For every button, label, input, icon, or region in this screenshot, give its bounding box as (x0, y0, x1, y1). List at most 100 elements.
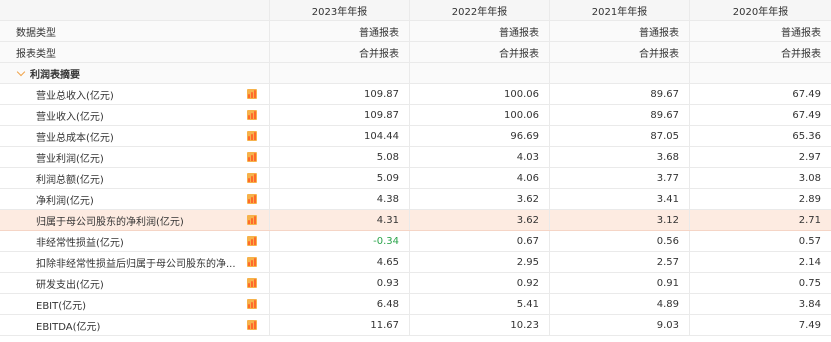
bar-chart-icon-bar (248, 262, 250, 266)
row-label-text: EBITDA(亿元) (36, 321, 101, 333)
bar-chart-icon-bar (254, 321, 256, 329)
value-2021: 87.05 (550, 126, 690, 146)
value-2021: 89.67 (550, 84, 690, 104)
row-label-text: 扣除非经常性损益后归属于母公司股东的净... (36, 258, 236, 270)
row-label-text: 营业总收入(亿元) (36, 90, 114, 102)
header-year-2023[interactable]: 2023年年报 (270, 0, 410, 20)
row-label: 净利润(亿元) (0, 189, 270, 209)
bar-chart-icon[interactable] (247, 110, 257, 120)
meta-value: 合并报表 (270, 42, 410, 62)
bar-chart-icon-bar (248, 199, 250, 203)
row-label: 扣除非经常性损益后归属于母公司股东的净... (0, 252, 270, 272)
value-2023: 4.38 (270, 189, 410, 209)
header-year-2021[interactable]: 2021年年报 (550, 0, 690, 20)
table-row[interactable]: 研发支出(亿元) 0.93 0.92 0.91 0.75 (0, 273, 831, 294)
value-2020: 2.14 (798, 256, 821, 268)
table-row[interactable]: 利润总额(亿元) 5.09 4.06 3.77 3.08 (0, 168, 831, 189)
meta-value: 合并报表 (550, 42, 690, 62)
header-year-2020[interactable]: 2020年年报 (690, 0, 831, 20)
value-2023: 109.87 (270, 105, 410, 125)
bar-chart-icon-bar (248, 283, 250, 287)
bar-chart-icon-bar (254, 174, 256, 182)
row-label: 归属于母公司股东的净利润(亿元) (0, 210, 270, 230)
bar-chart-icon[interactable] (247, 173, 257, 183)
table-row[interactable]: 营业利润(亿元) 5.08 4.03 3.68 2.97 (0, 147, 831, 168)
table-row[interactable]: EBITDA(亿元) 11.67 10.23 9.03 7.49 (0, 315, 831, 336)
section-toggle[interactable]: 利润表摘要 (0, 63, 270, 83)
section-empty (410, 63, 550, 83)
table-row[interactable]: 营业总成本(亿元) 104.44 96.69 87.05 65.36 (0, 126, 831, 147)
table-header-row: 2023年年报 2022年年报 2021年年报 2020年年报 (0, 0, 831, 21)
row-label-text: EBIT(亿元) (36, 300, 87, 312)
bar-chart-icon-bar (251, 239, 253, 245)
value-2022: 5.41 (410, 294, 550, 314)
bar-chart-icon[interactable] (247, 278, 257, 288)
meta-label: 报表类型 (0, 42, 270, 62)
meta-value: 普通报表 (550, 21, 690, 41)
bar-chart-icon-bar (248, 304, 250, 308)
value-2023: 104.44 (270, 126, 410, 146)
row-label: EBITDA(亿元) (0, 315, 270, 335)
value-2021: 4.89 (550, 294, 690, 314)
table-row[interactable]: 净利润(亿元) 4.38 3.62 3.41 2.89 (0, 189, 831, 210)
bar-chart-icon-bar (254, 279, 256, 287)
value-2022: 3.62 (410, 189, 550, 209)
meta-value: 普通报表 (410, 21, 550, 41)
row-label: 营业收入(亿元) (0, 105, 270, 125)
value-2021: 0.91 (550, 273, 690, 293)
value-2022: 3.62 (410, 210, 550, 230)
row-label: 营业总成本(亿元) (0, 126, 270, 146)
value-2023: 6.48 (270, 294, 410, 314)
value-2020: 3.84 (798, 298, 821, 310)
bar-chart-icon[interactable] (247, 152, 257, 162)
table-row[interactable]: 非经常性损益(亿元) -0.34 0.67 0.56 0.57 (0, 231, 831, 252)
row-label: 利润总额(亿元) (0, 168, 270, 188)
row-label: 营业利润(亿元) (0, 147, 270, 167)
bar-chart-icon-bar (254, 132, 256, 140)
table-row[interactable]: 扣除非经常性损益后归属于母公司股东的净... 4.65 2.95 2.57 2.… (0, 252, 831, 273)
meta-value: 合并报表 (410, 42, 550, 62)
table-row[interactable]: 营业总收入(亿元) 109.87 100.06 89.67 67.49 (0, 84, 831, 105)
value-2022: 100.06 (410, 84, 550, 104)
value-2022: 10.23 (410, 315, 550, 335)
value-2021: 3.12 (550, 210, 690, 230)
chevron-down-icon[interactable] (16, 68, 26, 78)
bar-chart-icon[interactable] (247, 131, 257, 141)
meta-value: 普通报表 (781, 27, 821, 39)
section-empty (690, 63, 831, 83)
row-label: 研发支出(亿元) (0, 273, 270, 293)
bar-chart-icon-bar (251, 134, 253, 140)
bar-chart-icon-bar (254, 111, 256, 119)
bar-chart-icon-bar (248, 94, 250, 98)
bar-chart-icon-bar (251, 323, 253, 329)
bar-chart-icon[interactable] (247, 194, 257, 204)
bar-chart-icon-bar (251, 176, 253, 182)
value-2023-negative: -0.34 (270, 231, 410, 251)
section-title[interactable]: 利润表摘要 (16, 66, 80, 81)
value-2023: 4.31 (270, 210, 410, 230)
bar-chart-icon-bar (248, 157, 250, 161)
header-col0 (0, 0, 270, 20)
value-2020: 2.71 (798, 214, 821, 226)
bar-chart-icon[interactable] (247, 257, 257, 267)
row-label-text: 营业收入(亿元) (36, 111, 104, 123)
bar-chart-icon[interactable] (247, 89, 257, 99)
value-2022: 2.95 (410, 252, 550, 272)
bar-chart-icon-bar (254, 216, 256, 224)
bar-chart-icon-bar (251, 281, 253, 287)
bar-chart-icon[interactable] (247, 320, 257, 330)
header-year-2022[interactable]: 2022年年报 (410, 0, 550, 20)
bar-chart-icon-bar (254, 153, 256, 161)
value-2022: 0.67 (410, 231, 550, 251)
table-row[interactable]: EBIT(亿元) 6.48 5.41 4.89 3.84 (0, 294, 831, 315)
section-title-text: 利润表摘要 (30, 69, 80, 81)
bar-chart-icon[interactable] (247, 299, 257, 309)
table-row-highlighted[interactable]: 归属于母公司股东的净利润(亿元) 4.31 3.62 3.12 2.71 (0, 210, 831, 231)
value-2023: 5.08 (270, 147, 410, 167)
bar-chart-icon-bar (251, 218, 253, 224)
bar-chart-icon[interactable] (247, 236, 257, 246)
row-label-text: 营业总成本(亿元) (36, 132, 114, 144)
bar-chart-icon[interactable] (247, 215, 257, 225)
table-row[interactable]: 营业收入(亿元) 109.87 100.06 89.67 67.49 (0, 105, 831, 126)
value-2020: 67.49 (792, 88, 821, 100)
